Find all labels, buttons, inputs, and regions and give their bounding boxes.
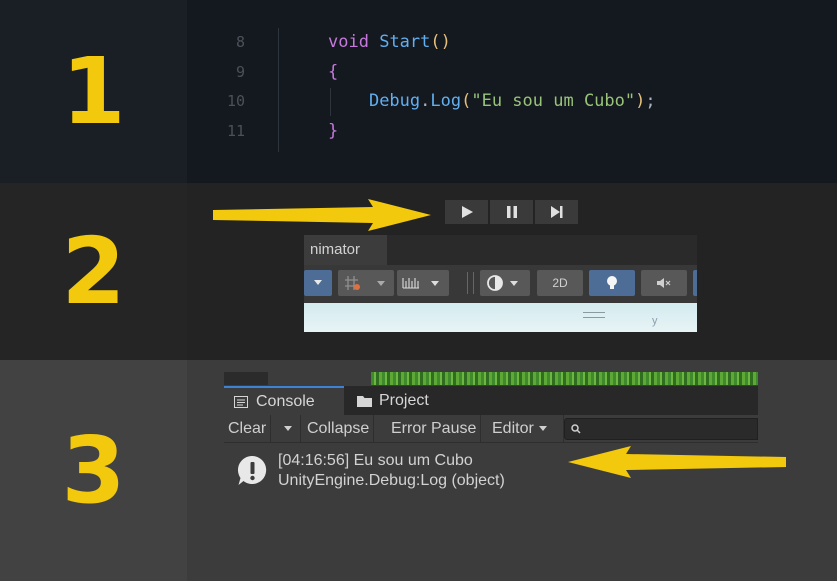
log-message: [04:16:56] Eu sou um Cubo bbox=[278, 452, 473, 469]
clear-button[interactable]: Clear bbox=[224, 415, 272, 443]
line-number: 9 bbox=[235, 62, 245, 81]
step-1-panel: 1 8 9 10 11 void Start() { Debug.Log("Eu… bbox=[0, 0, 837, 183]
console-search-input[interactable] bbox=[564, 418, 758, 440]
speaker-muted-icon bbox=[657, 278, 671, 288]
step-2-number-cell: 2 bbox=[0, 183, 187, 360]
2d-mode-button[interactable]: 2D bbox=[537, 270, 583, 296]
toolbar-divider bbox=[467, 272, 468, 294]
grid-snap-icon bbox=[345, 276, 385, 290]
console-icon bbox=[234, 395, 248, 408]
info-message-icon bbox=[237, 455, 267, 485]
search-icon bbox=[571, 424, 581, 434]
scene-view[interactable]: y bbox=[304, 303, 697, 332]
ruler-icon bbox=[402, 278, 439, 289]
arrow-right-icon bbox=[213, 199, 431, 231]
clear-options-dropdown[interactable] bbox=[276, 415, 301, 443]
audio-toggle-button[interactable] bbox=[641, 270, 687, 296]
step-3-number-cell: 3 bbox=[0, 360, 187, 581]
gutter-divider bbox=[278, 28, 279, 152]
editor-dropdown[interactable]: Editor bbox=[488, 415, 564, 443]
step-3-panel: 3 Console Project Clear Collapse Error P… bbox=[0, 360, 837, 581]
grid-snapping-button[interactable] bbox=[338, 270, 394, 296]
chevron-down-icon bbox=[539, 426, 548, 431]
play-button[interactable] bbox=[445, 200, 488, 224]
animator-window: nimator 2D y bbox=[304, 235, 697, 332]
play-controls bbox=[445, 200, 578, 224]
tab-animator[interactable]: nimator bbox=[304, 235, 387, 265]
game-view-grass bbox=[371, 372, 758, 385]
log-stacktrace: UnityEngine.Debug:Log (object) bbox=[278, 472, 505, 489]
tab-project[interactable]: Project bbox=[357, 386, 429, 415]
dropdown-button[interactable] bbox=[304, 270, 332, 296]
chevron-down-icon bbox=[284, 426, 292, 431]
tab-console-label: Console bbox=[256, 392, 315, 410]
code-line-8: void Start() bbox=[328, 32, 451, 52]
toolbar-divider bbox=[473, 272, 474, 294]
y-axis-label: y bbox=[652, 315, 658, 327]
line-number: 8 bbox=[235, 33, 245, 51]
console-tabbar: Console Project bbox=[224, 386, 758, 415]
animator-tabbar: nimator bbox=[304, 235, 697, 265]
line-number: 11 bbox=[226, 121, 245, 140]
editor-label: Editor bbox=[492, 420, 534, 437]
play-icon bbox=[461, 206, 473, 218]
scene-gizmo-lines bbox=[583, 312, 605, 318]
step-1-number-cell: 1 bbox=[0, 0, 187, 183]
code-line-10: Debug.Log("Eu sou um Cubo"); bbox=[368, 91, 656, 111]
folder-icon bbox=[357, 395, 372, 407]
step-number: 1 bbox=[61, 37, 126, 145]
tab-project-label: Project bbox=[379, 391, 429, 409]
arrow-left-icon bbox=[568, 446, 786, 478]
step-number: 3 bbox=[61, 416, 126, 524]
increment-snap-button[interactable] bbox=[397, 270, 449, 296]
tab-console[interactable]: Console bbox=[224, 386, 344, 415]
code-editor: 8 9 10 11 void Start() { Debug.Log("Eu s… bbox=[187, 0, 837, 183]
shading-sphere-icon bbox=[487, 275, 518, 291]
step-icon bbox=[550, 206, 562, 218]
step-button[interactable] bbox=[535, 200, 578, 224]
console-toolbar: Clear Collapse Error Pause Editor bbox=[224, 415, 758, 443]
lightbulb-icon bbox=[607, 276, 617, 289]
shading-mode-button[interactable] bbox=[480, 270, 530, 296]
code-lines: void Start() { Debug.Log("Eu sou um Cubo… bbox=[328, 28, 656, 146]
lighting-toggle-button[interactable] bbox=[589, 270, 635, 296]
pause-icon bbox=[506, 206, 517, 218]
collapse-button[interactable]: Collapse bbox=[303, 415, 375, 443]
effects-toggle-button[interactable] bbox=[693, 270, 697, 296]
panel-strip bbox=[268, 372, 371, 385]
code-line-9: { bbox=[328, 61, 339, 82]
pause-button[interactable] bbox=[490, 200, 533, 224]
step-number: 2 bbox=[61, 217, 126, 325]
line-number: 10 bbox=[226, 92, 245, 110]
line-number-gutter: 8 9 10 11 bbox=[187, 28, 245, 146]
step-2-panel: 2 nimator 2D y bbox=[0, 183, 837, 360]
error-pause-button[interactable]: Error Pause bbox=[387, 415, 482, 443]
chevron-down-icon bbox=[314, 280, 322, 285]
code-line-11: } bbox=[328, 120, 339, 141]
scene-toolbar: 2D bbox=[304, 265, 697, 303]
